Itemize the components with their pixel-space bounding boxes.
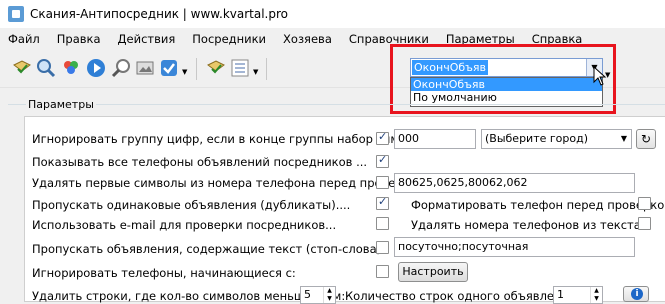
menu-actions[interactable]: Действия (118, 32, 176, 46)
title-bar: Скания-Антипосредник | www.kvartal.pro (0, 0, 665, 28)
skip-stopwords-label: Пропускать объявления, содержащие текст … (32, 242, 385, 256)
magnifier-icon[interactable] (110, 57, 132, 79)
skip-duplicates-label: Пропускать одинаковые объявления (дублик… (32, 198, 351, 212)
toolbar-separator (196, 58, 197, 80)
chevron-down-icon[interactable]: ▼ (182, 68, 187, 76)
chevron-down-icon: ▼ (620, 134, 627, 143)
remove-first-symbols-label: Удалять первые символы из номера телефон… (32, 176, 429, 190)
rows-per-ad-value: 1 (557, 288, 564, 301)
refresh-icon: ↻ (640, 132, 652, 146)
window-title: Скания-Антипосредник | www.kvartal.pro (30, 7, 288, 21)
use-email-label: Использовать e-mail для проверки посредн… (32, 218, 337, 232)
info-button[interactable]: i (623, 286, 649, 302)
skip-stopwords-checkbox[interactable] (376, 241, 389, 254)
spinner-arrows-icon[interactable]: ▲ ▼ (590, 287, 602, 303)
remove-phone-numbers-label: Удалять номера телефонов из текста (411, 218, 641, 232)
ignore-digits-input[interactable]: 000 (394, 129, 476, 149)
check-icon[interactable] (158, 57, 180, 79)
search-icon[interactable] (35, 57, 57, 79)
city-select-value: (Выберите город) (485, 132, 588, 145)
remove-phone-numbers-checkbox[interactable] (638, 217, 651, 230)
rows-per-ad-spinner[interactable]: 1 ▲ ▼ (553, 286, 603, 304)
delete-rows-label: Удалить строки, где кол-во символов мень… (32, 289, 346, 303)
play-icon[interactable] (85, 57, 107, 79)
group-separator (8, 104, 665, 105)
ignore-digits-checkbox[interactable] (376, 130, 389, 145)
ignore-phones-starting-checkbox[interactable] (376, 265, 389, 278)
envelope-check-icon[interactable] (205, 57, 227, 79)
ignore-phones-starting-label: Игнорировать телефоны, начинающиеся с: (32, 266, 296, 280)
params-group-label: Параметры (26, 98, 96, 111)
toolbar-separator (266, 58, 267, 80)
spinner-arrows-icon[interactable]: ▲ ▼ (323, 287, 335, 303)
show-all-phones-label: Показывать все телефоны объявлений посре… (32, 155, 368, 169)
remove-first-symbols-input[interactable]: 80625,0625,80062,062 (394, 173, 635, 193)
delete-rows-spinner[interactable]: 5 ▲ ▼ (300, 286, 336, 304)
refresh-button[interactable]: ↻ (636, 129, 656, 149)
envelope-check-icon[interactable] (11, 57, 33, 79)
menu-file[interactable]: Файл (8, 32, 40, 46)
remove-first-symbols-checkbox[interactable] (376, 176, 389, 189)
configure-button[interactable]: Настроить (398, 262, 468, 282)
list-icon[interactable] (229, 57, 251, 79)
chevron-down-icon[interactable]: ▼ (253, 68, 258, 76)
show-all-phones-checkbox[interactable] (376, 153, 389, 168)
info-icon: i (631, 288, 643, 300)
format-phone-checkbox[interactable] (638, 197, 651, 210)
format-phone-label: Форматировать телефон перед проверкой (411, 198, 665, 212)
city-select[interactable]: (Выберите город) ▼ (481, 129, 632, 149)
image-icon[interactable] (134, 57, 156, 79)
colors-icon[interactable] (60, 57, 82, 79)
menu-intermediaries[interactable]: Посредники (192, 32, 266, 46)
use-email-checkbox[interactable] (376, 217, 389, 230)
menu-owners[interactable]: Хозяева (283, 32, 332, 46)
mouse-cursor-icon (593, 66, 607, 86)
app-icon (8, 6, 24, 22)
delete-rows-value: 5 (304, 288, 311, 301)
rows-per-ad-label: Количество строк одного объявления: (345, 289, 580, 303)
menu-edit[interactable]: Правка (57, 32, 101, 46)
stopwords-input[interactable]: посуточно;посуточная (394, 237, 635, 257)
skip-duplicates-checkbox[interactable] (376, 195, 389, 210)
